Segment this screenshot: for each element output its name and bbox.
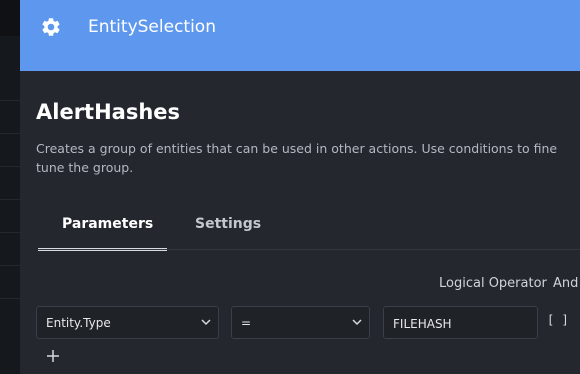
tab-divider (38, 249, 580, 250)
add-condition-button[interactable] (46, 349, 60, 363)
condition-field-value: Entity.Type (46, 316, 111, 330)
chevron-down-icon (352, 319, 362, 326)
logical-operator-label: Logical Operator (439, 276, 547, 291)
condition-value-text: FILEHASH (393, 317, 452, 331)
background-row-divider (0, 166, 20, 167)
gear-icon (42, 18, 60, 36)
background-row-divider (0, 265, 20, 266)
background-row-divider (0, 232, 20, 233)
header-title: EntitySelection (88, 17, 216, 37)
list-toggle-button[interactable]: [ ] (547, 313, 569, 327)
condition-value-input[interactable]: FILEHASH (383, 306, 538, 339)
background-topbar (0, 0, 20, 36)
background-app (0, 0, 20, 374)
action-description: Creates a group of entities that can be … (36, 141, 558, 175)
panel-header: EntitySelection (20, 0, 580, 71)
background-row-divider (0, 100, 20, 101)
action-config-panel: EntitySelection AlertHashes Creates a gr… (20, 0, 580, 374)
tab-bar: Parameters Settings (38, 206, 580, 251)
background-row-divider (0, 298, 20, 299)
tab-settings[interactable]: Settings (195, 216, 261, 232)
logical-operator-value[interactable]: And (553, 276, 578, 291)
tab-parameters[interactable]: Parameters (62, 216, 153, 232)
action-title: AlertHashes (36, 100, 181, 124)
condition-operator-value: = (241, 316, 252, 330)
condition-field-select[interactable]: Entity.Type (36, 306, 219, 339)
chevron-down-icon (201, 319, 211, 326)
condition-operator-select[interactable]: = (231, 306, 370, 339)
background-row-divider (0, 133, 20, 134)
background-row-divider (0, 199, 20, 200)
